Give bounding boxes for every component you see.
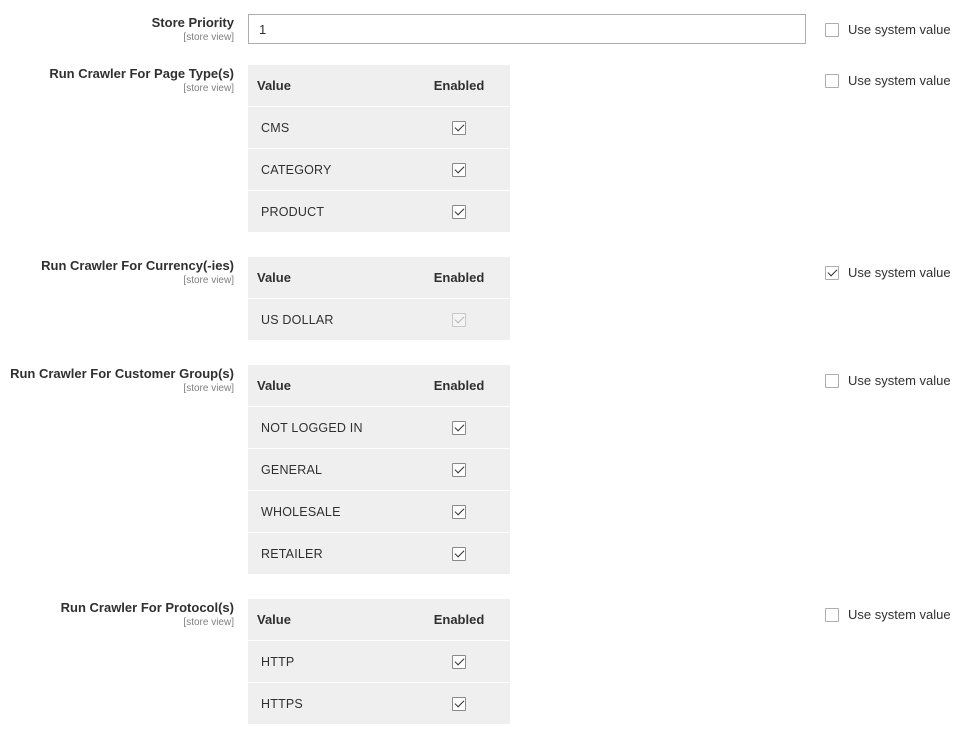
row-enabled-cell	[418, 696, 510, 711]
currencies-label: Run Crawler For Currency(-ies) [store vi…	[41, 258, 234, 287]
row-enabled-cell	[418, 462, 510, 477]
customer-groups-label: Run Crawler For Customer Group(s) [store…	[10, 366, 234, 395]
column-header-value: Value	[257, 378, 291, 393]
enabled-checkbox[interactable]	[452, 204, 466, 219]
enabled-checkbox[interactable]	[452, 162, 466, 177]
enabled-checkbox[interactable]	[452, 462, 466, 477]
enabled-checkbox[interactable]	[452, 696, 466, 711]
currencies-use-system-checkbox[interactable]	[825, 265, 839, 280]
row-enabled-cell	[418, 420, 510, 435]
store-priority-label: Store Priority [store view]	[152, 15, 234, 44]
row-value-label: PRODUCT	[261, 204, 325, 219]
use-system-value-label: Use system value	[848, 73, 951, 88]
store-priority-use-system-checkbox[interactable]	[825, 22, 839, 37]
enabled-checkbox[interactable]	[452, 654, 466, 669]
currencies-title: Run Crawler For Currency(-ies)	[41, 258, 234, 273]
customer-groups-scope: [store view]	[183, 383, 234, 394]
store-priority-scope: [store view]	[183, 32, 234, 43]
row-value-label: HTTP	[261, 654, 295, 669]
table-row: HTTPS	[248, 683, 510, 724]
protocols-title: Run Crawler For Protocol(s)	[60, 600, 234, 615]
grid-header: Value Enabled	[248, 365, 510, 407]
enabled-checkbox[interactable]	[452, 546, 466, 561]
use-system-value-label: Use system value	[848, 22, 951, 37]
page-types-use-system-checkbox[interactable]	[825, 73, 839, 88]
row-enabled-cell	[418, 546, 510, 561]
column-header-value: Value	[257, 78, 291, 93]
enabled-checkbox[interactable]	[452, 504, 466, 519]
page-types-grid: Value Enabled CMS CATEGORY PRODUCT	[248, 65, 510, 232]
customer-groups-use-system-value[interactable]: Use system value	[825, 373, 951, 388]
store-priority-title: Store Priority	[151, 15, 234, 30]
grid-header: Value Enabled	[248, 257, 510, 299]
protocols-label: Run Crawler For Protocol(s) [store view]	[61, 600, 234, 629]
table-row: PRODUCT	[248, 191, 510, 232]
row-enabled-cell	[418, 204, 510, 219]
row-enabled-cell	[418, 120, 510, 135]
currencies-use-system-value[interactable]: Use system value	[825, 265, 951, 280]
column-header-enabled: Enabled	[433, 612, 485, 627]
table-row: CATEGORY	[248, 149, 510, 191]
page-types-label: Run Crawler For Page Type(s) [store view…	[49, 66, 234, 95]
row-value-label: US DOLLAR	[261, 312, 334, 327]
use-system-value-label: Use system value	[848, 607, 951, 622]
grid-header: Value Enabled	[248, 599, 510, 641]
table-row: CMS	[248, 107, 510, 149]
currencies-grid: Value Enabled US DOLLAR	[248, 257, 510, 340]
protocols-scope: [store view]	[183, 617, 234, 628]
column-header-enabled: Enabled	[433, 78, 485, 93]
column-header-value: Value	[257, 612, 291, 627]
store-priority-row: Store Priority [store view] Use system v…	[0, 14, 969, 44]
customer-groups-title: Run Crawler For Customer Group(s)	[10, 366, 234, 381]
row-enabled-cell	[418, 654, 510, 669]
protocols-use-system-checkbox[interactable]	[825, 607, 839, 622]
table-row: NOT LOGGED IN	[248, 407, 510, 449]
row-enabled-cell	[418, 312, 510, 327]
row-value-label: WHOLESALE	[261, 504, 341, 519]
enabled-checkbox[interactable]	[452, 120, 466, 135]
store-priority-use-system-value[interactable]: Use system value	[825, 22, 951, 37]
row-enabled-cell	[418, 162, 510, 177]
enabled-checkbox	[452, 312, 466, 327]
row-value-label: CMS	[261, 120, 290, 135]
page-types-title: Run Crawler For Page Type(s)	[49, 66, 234, 81]
customer-groups-grid: Value Enabled NOT LOGGED IN GENERAL WHOLESAL…	[248, 365, 510, 574]
column-header-enabled: Enabled	[433, 378, 485, 393]
use-system-value-label: Use system value	[848, 265, 951, 280]
page-types-use-system-value[interactable]: Use system value	[825, 73, 951, 88]
row-value-label: NOT LOGGED IN	[261, 420, 363, 435]
column-header-enabled: Enabled	[433, 270, 485, 285]
table-row: RETAILER	[248, 533, 510, 574]
customer-groups-use-system-checkbox[interactable]	[825, 373, 839, 388]
row-value-label: RETAILER	[261, 546, 323, 561]
column-header-value: Value	[257, 270, 291, 285]
row-value-label: HTTPS	[261, 696, 303, 711]
table-row: GENERAL	[248, 449, 510, 491]
table-row: WHOLESALE	[248, 491, 510, 533]
row-value-label: GENERAL	[261, 462, 323, 477]
page-types-scope: [store view]	[183, 83, 234, 94]
enabled-checkbox[interactable]	[452, 420, 466, 435]
use-system-value-label: Use system value	[848, 373, 951, 388]
store-priority-input[interactable]	[248, 14, 806, 44]
table-row: US DOLLAR	[248, 299, 510, 340]
currencies-scope: [store view]	[183, 275, 234, 286]
row-enabled-cell	[418, 504, 510, 519]
grid-header: Value Enabled	[248, 65, 510, 107]
table-row: HTTP	[248, 641, 510, 683]
protocols-grid: Value Enabled HTTP HTTPS	[248, 599, 510, 724]
row-value-label: CATEGORY	[261, 162, 332, 177]
protocols-use-system-value[interactable]: Use system value	[825, 607, 951, 622]
